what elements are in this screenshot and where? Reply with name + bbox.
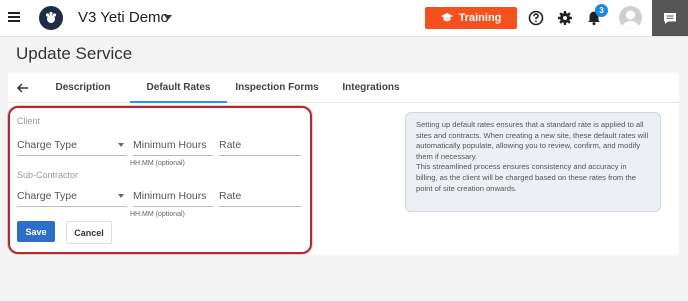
logo-icon[interactable] [39, 6, 63, 30]
tab-integrations[interactable]: Integrations [335, 73, 407, 102]
chevron-down-icon[interactable] [164, 15, 172, 20]
main-card: Description Default Rates Inspection For… [8, 73, 679, 255]
tab-description[interactable]: Description [48, 73, 118, 102]
save-button[interactable]: Save [17, 221, 55, 242]
client-minimum-hours-input[interactable]: Minimum Hours [133, 135, 213, 156]
subcontractor-charge-type-label: Charge Type [17, 190, 77, 202]
subcontractor-rate-input[interactable]: Rate [219, 186, 301, 207]
help-icon[interactable] [527, 9, 545, 27]
tab-bar: Description Default Rates Inspection For… [8, 73, 679, 103]
default-rates-info-box: Setting up default rates ensures that a … [405, 112, 661, 212]
graduation-cap-icon [440, 13, 453, 22]
client-rate-row: Charge Type Minimum Hours Rate [17, 135, 301, 157]
chat-icon [664, 12, 676, 24]
top-bar: V3 Yeti Demo Training 3 [0, 0, 688, 37]
client-charge-type-label: Charge Type [17, 139, 77, 151]
training-label: Training [458, 12, 502, 24]
page-title: Update Service [16, 44, 133, 63]
client-minimum-hours-hint: HH:MM (optional) [130, 160, 185, 167]
chat-button[interactable] [652, 0, 688, 36]
cancel-button[interactable]: Cancel [66, 221, 112, 244]
gear-icon[interactable] [556, 9, 574, 27]
subcontractor-rate-row: Charge Type Minimum Hours Rate [17, 186, 301, 208]
caret-down-icon [118, 194, 124, 198]
tab-inspection-forms[interactable]: Inspection Forms [233, 73, 321, 102]
app-title[interactable]: V3 Yeti Demo [78, 9, 169, 26]
tab-default-rates[interactable]: Default Rates [130, 73, 227, 103]
subcontractor-charge-type-select[interactable]: Charge Type [17, 186, 127, 207]
client-section-label: Client [17, 116, 41, 126]
info-paragraph-2: This streamlined process ensures consist… [416, 162, 636, 193]
back-arrow-icon[interactable] [16, 81, 30, 95]
training-button[interactable]: Training [425, 7, 517, 29]
client-rate-input[interactable]: Rate [219, 135, 301, 156]
info-paragraph-1: Setting up default rates ensures that a … [416, 120, 649, 161]
default-rates-form: Client Charge Type Minimum Hours Rate HH… [8, 106, 312, 254]
notification-badge: 3 [595, 4, 608, 17]
subcontractor-minimum-hours-hint: HH:MM (optional) [130, 211, 185, 218]
client-charge-type-select[interactable]: Charge Type [17, 135, 127, 156]
hamburger-menu-icon[interactable] [8, 12, 20, 22]
caret-down-icon [118, 143, 124, 147]
subcontractor-section-label: Sub-Contractor [17, 170, 79, 180]
user-avatar[interactable] [619, 6, 642, 29]
subcontractor-minimum-hours-input[interactable]: Minimum Hours [133, 186, 213, 207]
